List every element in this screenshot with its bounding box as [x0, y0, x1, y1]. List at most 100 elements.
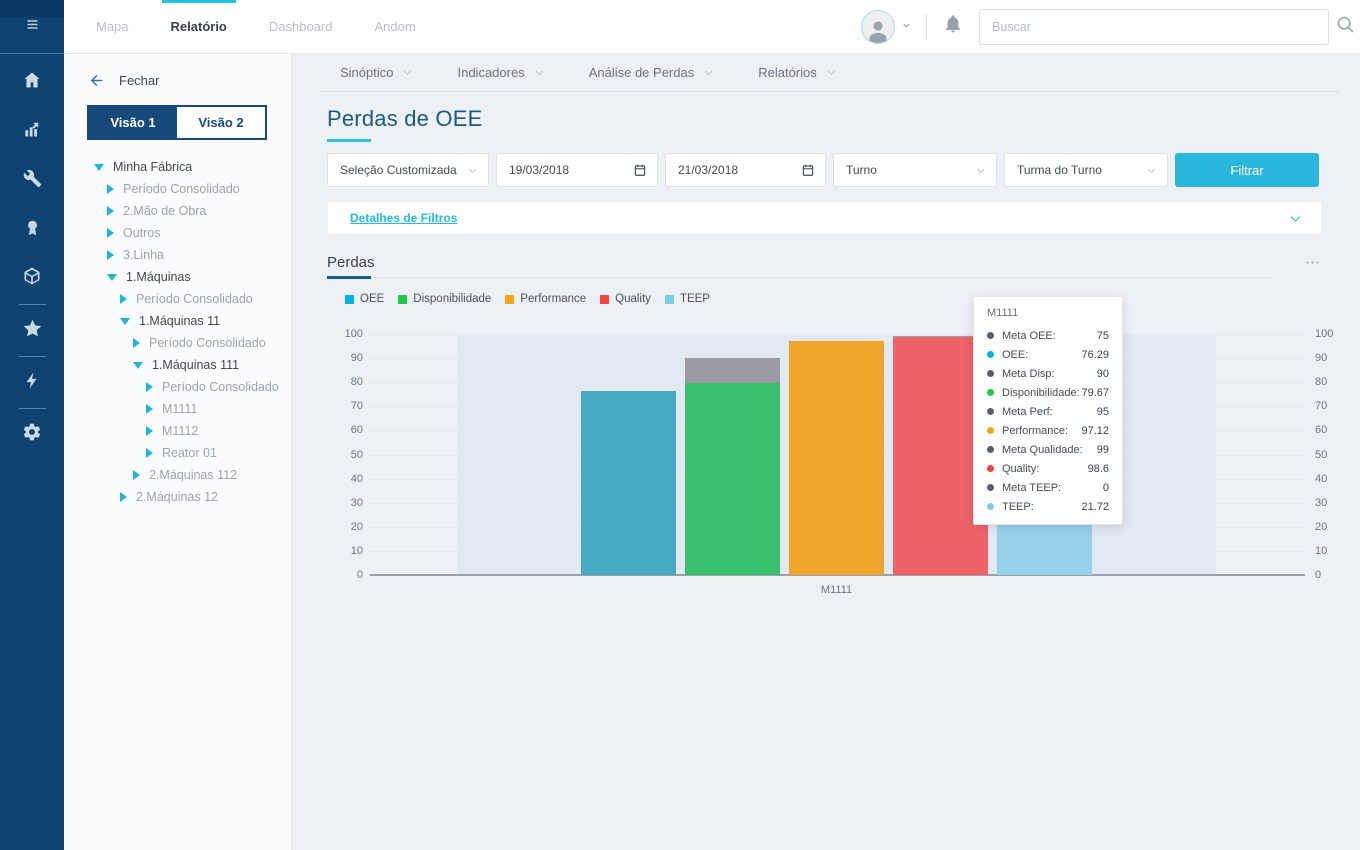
tree-item[interactable]: Período Consolidado: [64, 376, 291, 398]
tree-item[interactable]: Reator 01: [64, 442, 291, 464]
y-axis-tick: 0: [1315, 569, 1321, 581]
tree-item-label: 2.Máquinas 112: [149, 468, 237, 482]
tree-item[interactable]: Outros: [64, 222, 291, 244]
tree-item[interactable]: 1.Máquinas 11: [64, 310, 291, 332]
tree-item[interactable]: 1.Máquinas: [64, 266, 291, 288]
search-input[interactable]: [979, 9, 1329, 45]
expand-triangle-icon[interactable]: [107, 184, 114, 194]
tooltip-label: OEE:: [1002, 349, 1081, 361]
rail-item-home[interactable]: [0, 58, 64, 107]
tooltip-value: 79.67: [1081, 387, 1109, 399]
menu-análise-de-perdas[interactable]: Análise de Perdas: [589, 65, 715, 80]
tree-item-label: M1112: [162, 424, 198, 438]
expand-triangle-icon[interactable]: [133, 338, 140, 348]
tree-item[interactable]: Período Consolidado: [64, 288, 291, 310]
collapse-triangle-icon[interactable]: [107, 274, 117, 281]
rail-item-chart[interactable]: [0, 107, 64, 156]
collapse-triangle-icon[interactable]: [133, 362, 143, 369]
y-axis-tick: 40: [351, 473, 363, 485]
expand-triangle-icon[interactable]: [146, 448, 153, 458]
series-dot-icon: [987, 408, 994, 415]
star-icon: [22, 318, 43, 344]
expand-triangle-icon[interactable]: [107, 206, 114, 216]
bar-oee[interactable]: [581, 391, 676, 575]
top-nav-andom[interactable]: Andom: [374, 0, 415, 53]
expand-triangle-icon[interactable]: [120, 492, 127, 502]
rail-item-gear[interactable]: [0, 410, 64, 459]
y-axis-tick: 100: [1315, 328, 1333, 340]
rail-item-award[interactable]: [0, 205, 64, 254]
filter-details-card: Detalhes de Filtros: [327, 201, 1322, 235]
menu-sinóptico[interactable]: Sinóptico: [340, 65, 413, 80]
search-icon[interactable]: [1335, 14, 1356, 40]
expand-triangle-icon[interactable]: [107, 228, 114, 238]
tree-item[interactable]: Período Consolidado: [64, 332, 291, 354]
top-nav-mapa[interactable]: Mapa: [96, 0, 129, 53]
bar-performance[interactable]: [789, 341, 884, 575]
select-field[interactable]: Turno: [833, 153, 997, 187]
close-panel-button[interactable]: Fechar: [64, 54, 291, 89]
series-dot-icon: [987, 465, 994, 472]
tree-item[interactable]: 2.Máquinas 112: [64, 464, 291, 486]
legend-item-quality[interactable]: Quality: [600, 293, 651, 305]
y-axis-tick: 30: [351, 497, 363, 509]
tree-item[interactable]: M1112: [64, 420, 291, 442]
field-value: 19/03/2018: [509, 163, 569, 177]
tree-item[interactable]: Minha Fábrica: [64, 156, 291, 178]
view-2-button[interactable]: Visão 2: [177, 107, 265, 138]
legend-label: Performance: [520, 293, 586, 305]
date-field[interactable]: 21/03/2018: [665, 153, 826, 187]
select-field[interactable]: Seleção Customizada: [327, 153, 489, 187]
tree-item-label: Período Consolidado: [136, 292, 253, 306]
menu-indicadores[interactable]: Indicadores: [457, 65, 544, 80]
series-dot-icon: [987, 503, 994, 510]
tree-item[interactable]: 1.Máquinas 111: [64, 354, 291, 376]
expand-triangle-icon[interactable]: [133, 470, 140, 480]
rail-item-star[interactable]: [0, 306, 64, 355]
select-field[interactable]: Turma do Turno: [1004, 153, 1168, 187]
hierarchy-tree: Minha FábricaPeríodo Consolidado2.Mão de…: [64, 156, 291, 508]
tree-item-label: Período Consolidado: [149, 336, 266, 350]
close-panel-label: Fechar: [119, 73, 159, 88]
collapse-triangle-icon[interactable]: [94, 164, 104, 171]
rail-item-package[interactable]: [0, 254, 64, 303]
filter-details-link[interactable]: Detalhes de Filtros: [350, 211, 457, 225]
legend-item-disponibilidade[interactable]: Disponibilidade: [398, 293, 491, 305]
avatar-chevron-down-icon[interactable]: [901, 18, 912, 36]
bar-teep[interactable]: [997, 523, 1092, 575]
legend-item-oee[interactable]: OEE: [345, 293, 384, 305]
tooltip-row: Quality:98.6: [987, 459, 1109, 478]
view-1-button[interactable]: Visão 1: [89, 107, 177, 138]
tree-item[interactable]: 2.Mão de Obra: [64, 200, 291, 222]
tooltip-label: Meta OEE:: [1002, 330, 1097, 342]
expand-triangle-icon[interactable]: [146, 426, 153, 436]
series-dot-icon: [987, 389, 994, 396]
notifications-bell-icon[interactable]: [943, 14, 963, 39]
user-avatar[interactable]: [861, 10, 895, 44]
tooltip-label: Meta Perf:: [1002, 406, 1097, 418]
date-field[interactable]: 19/03/2018: [496, 153, 658, 187]
tree-item-label: Outros: [123, 226, 161, 240]
legend-item-performance[interactable]: Performance: [505, 293, 586, 305]
legend-item-teep[interactable]: TEEP: [665, 293, 710, 305]
expand-triangle-icon[interactable]: [146, 382, 153, 392]
tooltip-label: Disponibilidade:: [1002, 387, 1081, 399]
expand-triangle-icon[interactable]: [146, 404, 153, 414]
top-nav-dashboard[interactable]: Dashboard: [269, 0, 333, 53]
hamburger-menu-button[interactable]: [0, 0, 64, 54]
tree-item[interactable]: 3.Linha: [64, 244, 291, 266]
bar-disponibilidade[interactable]: [685, 383, 780, 575]
tree-item[interactable]: 2.Máquinas 12: [64, 486, 291, 508]
top-nav-relatório[interactable]: Relatório: [171, 0, 227, 53]
rail-item-bolt[interactable]: [0, 358, 64, 407]
collapse-triangle-icon[interactable]: [120, 318, 130, 325]
tree-item[interactable]: Período Consolidado: [64, 178, 291, 200]
expand-triangle-icon[interactable]: [120, 294, 127, 304]
rail-item-wrench[interactable]: [0, 156, 64, 205]
filter-button[interactable]: Filtrar: [1175, 153, 1319, 187]
more-options-icon[interactable]: ⋯: [1305, 253, 1322, 271]
filter-details-chevron-down-icon[interactable]: [1288, 211, 1303, 226]
expand-triangle-icon[interactable]: [107, 250, 114, 260]
menu-relatórios[interactable]: Relatórios: [758, 65, 837, 80]
tree-item[interactable]: M1111: [64, 398, 291, 420]
